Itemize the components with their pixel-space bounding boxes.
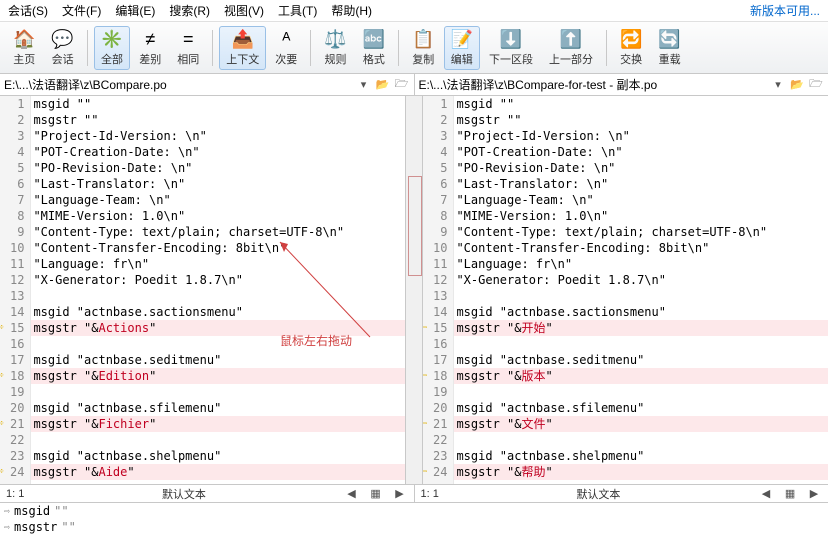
edit-icon: 📝 bbox=[451, 29, 473, 50]
right-status: 1: 1 默认文本 ◀ ▦ ▶ bbox=[414, 485, 828, 502]
all-icon: ✳️ bbox=[101, 29, 123, 50]
compare-panes: 1234567891011121314➪151617➪181920➪212223… bbox=[0, 96, 828, 484]
left-code[interactable]: msgid ""msgstr """Project-Id-Version: \n… bbox=[31, 96, 405, 484]
bottom-row-1: ⇨ msgid "" bbox=[0, 503, 828, 519]
minor-button[interactable]: ᴬ次要 bbox=[268, 26, 304, 70]
bottom-key-2: msgstr bbox=[14, 520, 57, 534]
right-pane: 1234567891011121314⇦151617⇦181920⇦212223… bbox=[423, 96, 828, 484]
format-icon: 🔤 bbox=[363, 29, 385, 50]
diff-icon: ≠ bbox=[145, 29, 155, 50]
scroll-grip-icon[interactable]: ▦ bbox=[368, 486, 384, 502]
pane-divider[interactable] bbox=[405, 96, 423, 484]
dropdown-icon[interactable]: ▾ bbox=[770, 77, 786, 93]
scroll-left-icon[interactable]: ◀ bbox=[344, 486, 360, 502]
left-gutter: 1234567891011121314➪151617➪181920➪212223… bbox=[0, 96, 31, 484]
right-code[interactable]: msgid ""msgstr """Project-Id-Version: \n… bbox=[454, 96, 828, 484]
arrow-icon: ⇨ bbox=[4, 522, 10, 533]
scroll-left-icon[interactable]: ◀ bbox=[758, 486, 774, 502]
new-version-link[interactable]: 新版本可用... bbox=[750, 2, 820, 19]
edit-button[interactable]: 📝编辑 bbox=[444, 26, 480, 70]
left-status: 1: 1 默认文本 ◀ ▦ ▶ bbox=[0, 485, 414, 502]
open-icon[interactable]: 📂 bbox=[375, 77, 391, 93]
left-pane: 1234567891011121314➪151617➪181920➪212223… bbox=[0, 96, 405, 484]
separator bbox=[87, 30, 88, 66]
right-gutter: 1234567891011121314⇦151617⇦181920⇦212223… bbox=[423, 96, 454, 484]
copy-button[interactable]: 📋复制 bbox=[405, 26, 441, 70]
same-icon: = bbox=[183, 29, 194, 50]
browse-icon[interactable]: 🗁 bbox=[394, 77, 410, 93]
sessions-button[interactable]: 💬会话 bbox=[44, 26, 80, 70]
open-icon[interactable]: 📂 bbox=[789, 77, 805, 93]
arrow-icon: ⇨ bbox=[4, 506, 10, 517]
right-mode: 默认文本 bbox=[576, 486, 620, 502]
next-section-icon: ⬇️ bbox=[500, 29, 522, 50]
bottom-row-2: ⇨ msgstr "" bbox=[0, 519, 828, 535]
dropdown-icon[interactable]: ▾ bbox=[356, 77, 372, 93]
home-button[interactable]: 🏠主页 bbox=[6, 26, 42, 70]
swap-icon: 🔁 bbox=[620, 29, 642, 50]
prev-section-button[interactable]: ⬆️上一部分 bbox=[542, 26, 600, 70]
context-icon: 📤 bbox=[232, 29, 254, 50]
path-bar: ▾ 📂 🗁 ▾ 📂 🗁 bbox=[0, 74, 828, 96]
menu-file[interactable]: 文件(F) bbox=[62, 2, 101, 19]
status-bar: 1: 1 默认文本 ◀ ▦ ▶ 1: 1 默认文本 ◀ ▦ ▶ bbox=[0, 484, 828, 502]
same-button[interactable]: =相同 bbox=[170, 26, 206, 70]
menu-session[interactable]: 会话(S) bbox=[8, 2, 48, 19]
separator bbox=[606, 30, 607, 66]
menu-search[interactable]: 搜索(R) bbox=[169, 2, 210, 19]
menu-bar: 会话(S) 文件(F) 编辑(E) 搜索(R) 视图(V) 工具(T) 帮助(H… bbox=[0, 0, 828, 22]
swap-button[interactable]: 🔁交换 bbox=[613, 26, 649, 70]
diff-button[interactable]: ≠差别 bbox=[132, 26, 168, 70]
scroll-right-icon[interactable]: ▶ bbox=[806, 486, 822, 502]
format-button[interactable]: 🔤格式 bbox=[356, 26, 392, 70]
bottom-key-1: msgid bbox=[14, 504, 50, 518]
menu-help[interactable]: 帮助(H) bbox=[331, 2, 372, 19]
toolbar: 🏠主页 💬会话 ✳️全部 ≠差别 =相同 📤上下文 ᴬ次要 ⚖️规则 🔤格式 📋… bbox=[0, 22, 828, 74]
right-cursor-pos: 1: 1 bbox=[421, 488, 439, 500]
rules-icon: ⚖️ bbox=[324, 29, 346, 50]
prev-section-icon: ⬆️ bbox=[560, 29, 582, 50]
reload-icon: 🔄 bbox=[658, 29, 680, 50]
scroll-grip-icon[interactable]: ▦ bbox=[782, 486, 798, 502]
left-path-cell: ▾ 📂 🗁 bbox=[0, 74, 414, 95]
scroll-right-icon[interactable]: ▶ bbox=[392, 486, 408, 502]
sessions-icon: 💬 bbox=[51, 29, 73, 50]
separator bbox=[398, 30, 399, 66]
menu-view[interactable]: 视图(V) bbox=[224, 2, 264, 19]
menu-edit[interactable]: 编辑(E) bbox=[115, 2, 155, 19]
left-cursor-pos: 1: 1 bbox=[6, 488, 24, 500]
menu-tools[interactable]: 工具(T) bbox=[278, 2, 317, 19]
separator bbox=[212, 30, 213, 66]
rules-button[interactable]: ⚖️规则 bbox=[317, 26, 353, 70]
drag-handle[interactable] bbox=[408, 176, 422, 276]
next-section-button[interactable]: ⬇️下一区段 bbox=[482, 26, 540, 70]
reload-button[interactable]: 🔄重载 bbox=[651, 26, 687, 70]
home-icon: 🏠 bbox=[13, 29, 35, 50]
context-button[interactable]: 📤上下文 bbox=[219, 26, 266, 70]
bottom-val-1: "" bbox=[54, 504, 68, 518]
bottom-panel: ⇨ msgid "" ⇨ msgstr "" bbox=[0, 502, 828, 535]
separator bbox=[310, 30, 311, 66]
right-path-input[interactable] bbox=[419, 76, 768, 94]
bottom-val-2: "" bbox=[61, 520, 75, 534]
left-path-input[interactable] bbox=[4, 76, 353, 94]
left-mode: 默认文本 bbox=[162, 486, 206, 502]
copy-icon: 📋 bbox=[412, 29, 434, 50]
minor-icon: ᴬ bbox=[282, 29, 290, 50]
right-path-cell: ▾ 📂 🗁 bbox=[414, 74, 828, 95]
browse-icon[interactable]: 🗁 bbox=[808, 77, 824, 93]
all-button[interactable]: ✳️全部 bbox=[94, 26, 130, 70]
